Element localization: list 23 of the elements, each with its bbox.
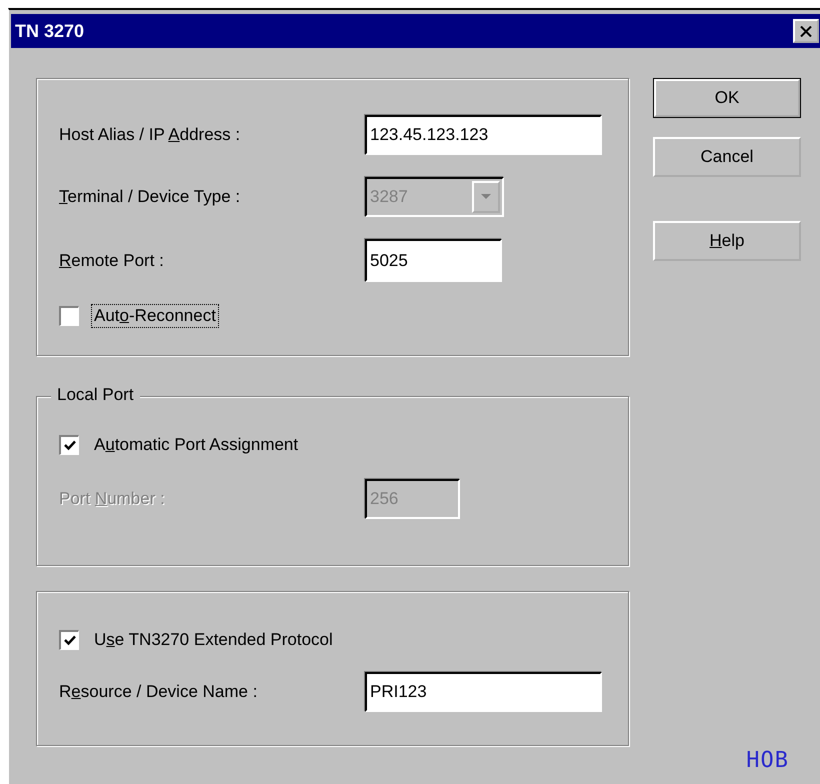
- field-label: Terminal / Device Type :: [59, 187, 242, 207]
- check-icon: [64, 635, 76, 646]
- dialog-button[interactable]: Cancel: [653, 137, 801, 177]
- field-label: Resource / Device Name :: [59, 682, 258, 702]
- checkbox[interactable]: [59, 435, 79, 455]
- logo: HOB: [746, 748, 789, 773]
- window-title: TN 3270: [15, 20, 84, 42]
- checkbox[interactable]: [59, 306, 79, 326]
- check-icon: [64, 440, 76, 451]
- close-icon: [800, 26, 812, 36]
- field-label: Port Number :: [59, 489, 166, 509]
- checkbox[interactable]: [59, 630, 79, 650]
- checkbox-label[interactable]: Auto-Reconnect: [91, 304, 219, 328]
- checkbox-label[interactable]: Automatic Port Assignment: [91, 433, 302, 457]
- close-button[interactable]: [793, 19, 819, 43]
- field-label: Host Alias / IP Address :: [59, 125, 242, 145]
- checkbox-label[interactable]: Use TN3270 Extended Protocol: [91, 628, 336, 652]
- text-field[interactable]: 123.45.123.123: [365, 115, 602, 155]
- dialog-button[interactable]: OK: [653, 78, 801, 118]
- text-field[interactable]: PRI123: [365, 672, 602, 712]
- dialog-button[interactable]: Help: [653, 221, 801, 261]
- text-field[interactable]: 5025: [365, 239, 502, 282]
- field-label: Remote Port :: [59, 250, 165, 270]
